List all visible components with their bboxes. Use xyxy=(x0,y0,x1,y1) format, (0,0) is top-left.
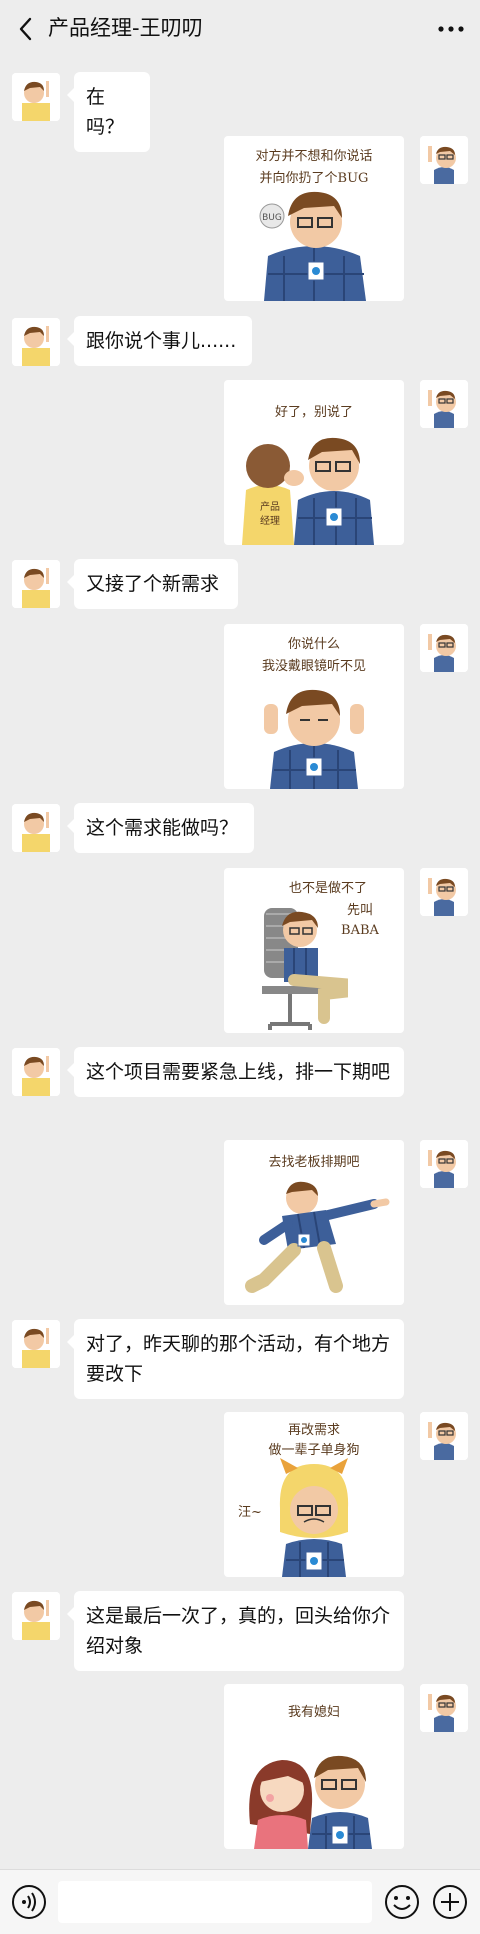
sticker-caption: 我有媳妇 xyxy=(288,1704,340,1720)
message-text: 对了，昨天聊的那个活动，有个地方要改下 xyxy=(86,1333,391,1385)
avatar[interactable] xyxy=(12,560,60,608)
my-avatar[interactable] xyxy=(420,136,468,184)
sticker-caption: 经理 xyxy=(260,514,280,527)
sticker-image[interactable]: 我有媳妇 xyxy=(224,1684,404,1849)
sticker-caption: 你说什么 xyxy=(288,637,340,652)
my-avatar[interactable] xyxy=(420,868,468,916)
message-bubble[interactable]: 对了，昨天聊的那个活动，有个地方要改下 xyxy=(67,1319,404,1399)
sticker-caption: 汪~ xyxy=(238,1505,262,1520)
avatar[interactable] xyxy=(12,73,60,121)
message-text: 这个需求能做吗？ xyxy=(86,817,239,839)
avatar[interactable] xyxy=(12,1592,60,1640)
message-bubble[interactable]: 又接了个新需求 xyxy=(67,559,238,609)
message-bubble[interactable]: 这个需求能做吗？ xyxy=(67,803,254,853)
more-options-icon[interactable] xyxy=(434,14,468,44)
avatar[interactable] xyxy=(12,318,60,366)
my-avatar[interactable] xyxy=(420,1684,468,1732)
sticker-caption: BUG xyxy=(262,213,282,223)
avatar[interactable] xyxy=(12,1048,60,1096)
message-input[interactable] xyxy=(58,1881,372,1923)
emoji-icon[interactable] xyxy=(382,1882,422,1922)
message-text: 这是最后一次了，真的，回头给你介绍对象 xyxy=(86,1605,391,1657)
sticker-caption: BABA xyxy=(341,923,379,938)
my-avatar[interactable] xyxy=(420,624,468,672)
chat-title: 产品经理-王叨叨 xyxy=(48,16,203,40)
sticker-caption: 对方并不想和你说话 xyxy=(255,148,372,164)
sticker-caption: 再改需求 xyxy=(288,1423,340,1438)
message-text: 这个项目需要紧急上线，排一下期吧 xyxy=(86,1061,391,1083)
chat-header: 产品经理-王叨叨 xyxy=(0,0,480,58)
my-avatar[interactable] xyxy=(420,1140,468,1188)
message-text: 跟你说个事儿...... xyxy=(86,330,237,352)
sticker-caption: 并向你扔了个BUG xyxy=(260,170,369,186)
sticker-caption: 也不是做不了 xyxy=(289,881,367,896)
sticker-image[interactable]: 你说什么 我没戴眼镜听不见 xyxy=(224,624,404,789)
message-bubble[interactable]: 跟你说个事儿...... xyxy=(67,316,252,366)
message-bubble[interactable]: 在吗？ xyxy=(67,72,150,152)
message-bubble[interactable]: 这个项目需要紧急上线，排一下期吧 xyxy=(67,1047,404,1097)
sticker-image[interactable]: 对方并不想和你说话 并向你扔了个BUG BUG xyxy=(224,136,404,301)
sticker-caption: 产品 xyxy=(260,500,280,513)
sticker-caption: 好了，别说了 xyxy=(275,405,353,420)
sticker-caption: 去找老板排期吧 xyxy=(268,1155,359,1170)
avatar[interactable] xyxy=(12,804,60,852)
my-avatar[interactable] xyxy=(420,380,468,428)
input-bar xyxy=(0,1869,480,1934)
avatar[interactable] xyxy=(12,1320,60,1368)
message-text: 又接了个新需求 xyxy=(86,573,220,595)
my-avatar[interactable] xyxy=(420,1412,468,1460)
sticker-caption: 做一辈子单身狗 xyxy=(268,1442,359,1458)
sticker-caption: 先叫 xyxy=(347,903,373,918)
sticker-caption: 我没戴眼镜听不见 xyxy=(262,659,366,674)
sticker-image[interactable]: 好了，别说了 产品 经理 xyxy=(224,380,404,545)
sticker-image[interactable]: 去找老板排期吧 xyxy=(224,1140,404,1305)
voice-toggle-icon[interactable] xyxy=(9,1882,49,1922)
message-bubble[interactable]: 这是最后一次了，真的，回头给你介绍对象 xyxy=(67,1591,404,1671)
plus-icon[interactable] xyxy=(430,1882,470,1922)
sticker-image[interactable]: 再改需求 做一辈子单身狗 汪~ xyxy=(224,1412,404,1577)
message-text: 在吗？ xyxy=(86,86,125,138)
sticker-image[interactable]: 也不是做不了 先叫 BABA xyxy=(224,868,404,1033)
back-arrow-icon[interactable] xyxy=(12,14,42,44)
